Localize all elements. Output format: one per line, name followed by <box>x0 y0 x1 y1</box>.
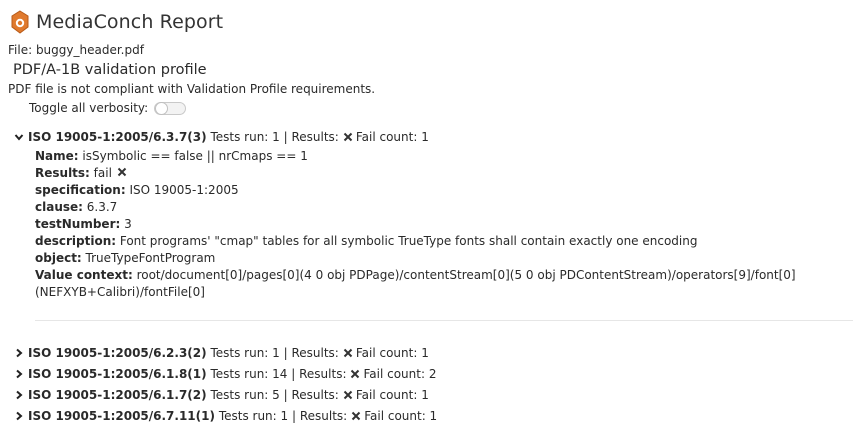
chevron-right-icon[interactable] <box>14 369 24 379</box>
report-page: MediaConch Report File: buggy_header.pdf… <box>0 0 853 445</box>
fail-x-icon <box>117 167 127 177</box>
file-name: File: buggy_header.pdf <box>8 43 144 57</box>
mediaconch-logo-icon <box>11 10 29 34</box>
test-label: ISO 19005-1:2005/6.1.8(1) <box>28 367 207 381</box>
test-label: ISO 19005-1:2005/6.2.3(2) <box>28 346 207 360</box>
test-row[interactable]: ISO 19005-1:2005/6.1.8(1) Tests run: 14 … <box>14 367 436 381</box>
test-summary: Tests run: 1 | Results: <box>218 409 348 423</box>
verbosity-toggle-row: Toggle all verbosity: <box>29 101 187 115</box>
fail-x-icon <box>343 132 353 142</box>
fail-x-icon <box>343 390 353 400</box>
divider <box>35 320 853 321</box>
fail-count: Fail count: 1 <box>355 346 429 360</box>
detail-object: object: TrueTypeFontProgram <box>35 251 216 265</box>
test-summary: Tests run: 1 | Results: <box>210 346 339 360</box>
chevron-right-icon[interactable] <box>14 411 24 421</box>
report-header: MediaConch Report <box>10 10 223 34</box>
detail-clause: clause: 6.3.7 <box>35 200 118 214</box>
chevron-down-icon[interactable] <box>14 132 24 142</box>
compliance-status: PDF file is not compliant with Validatio… <box>8 82 376 96</box>
fail-count: Fail count: 1 <box>355 130 429 144</box>
detail-test-number: testNumber: 3 <box>35 217 132 231</box>
chevron-right-icon[interactable] <box>14 390 24 400</box>
fail-count: Fail count: 1 <box>364 409 438 423</box>
detail-name: Name: isSymbolic == false || nrCmaps == … <box>35 149 308 163</box>
page-title: MediaConch Report <box>36 11 224 33</box>
test-summary: Tests run: 14 | Results: <box>210 367 347 381</box>
test-row[interactable]: ISO 19005-1:2005/6.7.11(1) Tests run: 1 … <box>14 409 437 423</box>
detail-specification: specification: ISO 19005-1:2005 <box>35 183 239 197</box>
toggle-knob <box>155 101 169 115</box>
test-row[interactable]: ISO 19005-1:2005/6.3.7(3) Tests run: 1 |… <box>14 130 429 144</box>
test-summary: Tests run: 1 | Results: <box>210 130 339 144</box>
detail-description: description: Font programs' "cmap" table… <box>35 234 698 248</box>
test-details: Name: isSymbolic == false || nrCmaps == … <box>35 148 840 301</box>
fail-x-icon <box>351 369 360 379</box>
validation-profile: PDF/A-1B validation profile <box>13 62 207 78</box>
test-label: ISO 19005-1:2005/6.1.7(2) <box>28 388 207 402</box>
detail-value-context: Value context: root/document[0]/pages[0]… <box>35 268 796 299</box>
test-row[interactable]: ISO 19005-1:2005/6.2.3(2) Tests run: 1 |… <box>14 346 429 360</box>
test-label: ISO 19005-1:2005/6.7.11(1) <box>28 409 215 423</box>
chevron-right-icon[interactable] <box>14 348 24 358</box>
fail-count: Fail count: 2 <box>363 367 437 381</box>
detail-results: Results: fail <box>35 165 840 182</box>
test-row[interactable]: ISO 19005-1:2005/6.1.7(2) Tests run: 5 |… <box>14 388 429 402</box>
verbosity-toggle[interactable] <box>154 101 187 115</box>
toggle-label: Toggle all verbosity: <box>29 101 149 115</box>
fail-x-icon <box>343 348 353 358</box>
test-summary: Tests run: 5 | Results: <box>210 388 339 402</box>
fail-x-icon <box>351 411 361 421</box>
fail-count: Fail count: 1 <box>355 388 429 402</box>
test-label: ISO 19005-1:2005/6.3.7(3) <box>28 130 207 144</box>
